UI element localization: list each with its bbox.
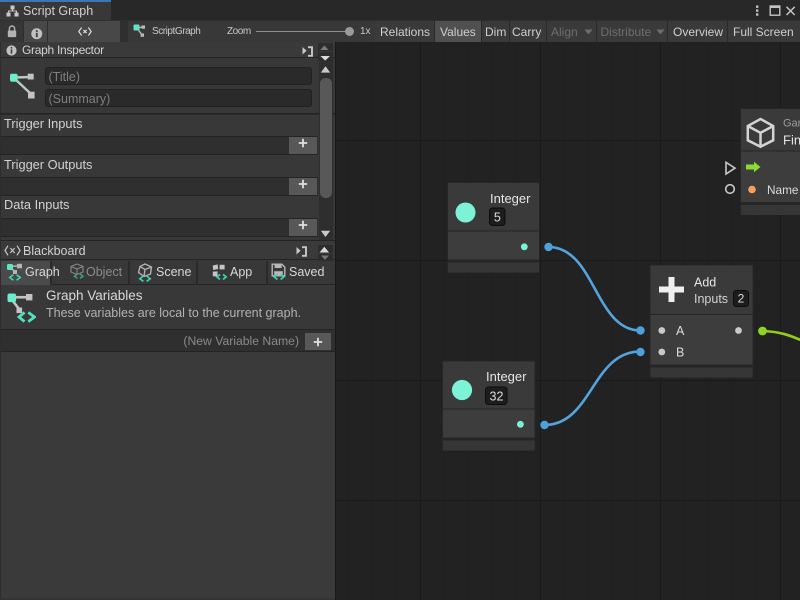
- svg-text:GameObject: GameObject: [783, 118, 800, 130]
- svg-text:Integer: Integer: [486, 369, 527, 384]
- svg-text:2: 2: [738, 292, 745, 306]
- svg-text:Find: Find: [783, 133, 800, 148]
- svg-text:Inputs: Inputs: [694, 292, 728, 306]
- svg-text:B: B: [676, 346, 684, 360]
- svg-text:Add: Add: [694, 276, 716, 290]
- svg-text:Name: Name: [767, 183, 799, 197]
- svg-text:Integer: Integer: [490, 191, 531, 206]
- svg-text:A: A: [676, 324, 685, 338]
- svg-text:32: 32: [490, 390, 504, 404]
- svg-text:5: 5: [494, 211, 501, 225]
